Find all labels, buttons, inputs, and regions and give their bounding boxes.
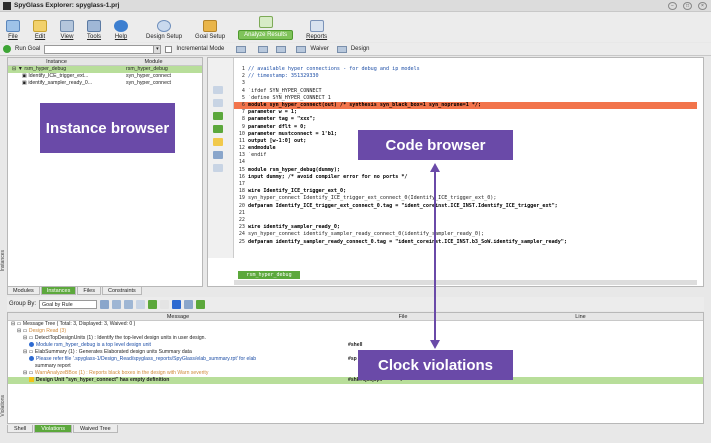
callout-arrows (430, 163, 440, 349)
arrow-down-head (430, 340, 440, 349)
arrow-up-head (430, 163, 440, 172)
